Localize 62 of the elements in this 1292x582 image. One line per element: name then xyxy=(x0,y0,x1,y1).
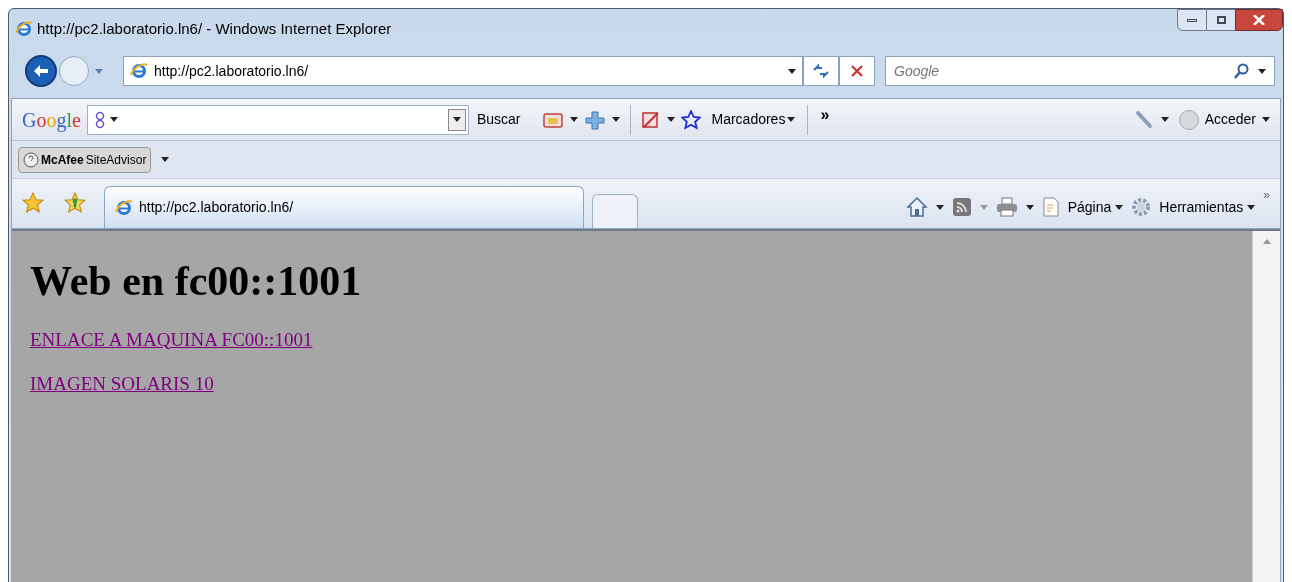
scroll-up-icon[interactable] xyxy=(1262,239,1271,244)
browser-tab[interactable]: http://pc2.laboratorio.ln6/ xyxy=(104,186,584,228)
question-icon xyxy=(23,151,39,168)
mcafee-logo: McAfee xyxy=(41,151,84,169)
printer-icon[interactable] xyxy=(995,197,1018,217)
globe-icon xyxy=(130,62,148,80)
google-search-field[interactable] xyxy=(86,104,469,135)
caret-icon[interactable] xyxy=(787,117,796,122)
star-icon[interactable] xyxy=(681,109,702,130)
window-title: http://pc2.laboratorio.ln6/ - Windows Internet Explorer xyxy=(37,18,392,39)
scrollbar[interactable] xyxy=(1252,231,1280,582)
close-button[interactable] xyxy=(1235,9,1283,31)
caret-icon[interactable] xyxy=(935,204,944,210)
caret-icon[interactable] xyxy=(612,117,621,122)
bookmarks-button[interactable]: Marcadores xyxy=(711,109,796,130)
search-input[interactable]: Google xyxy=(894,60,1226,82)
feed-icon[interactable] xyxy=(951,197,972,217)
page-heading: Web en fc00::1001 xyxy=(30,257,363,306)
page-link[interactable]: ENLACE A MAQUINA FC00::1001 xyxy=(30,328,313,350)
caret-icon[interactable] xyxy=(1160,117,1169,122)
more-button[interactable]: » xyxy=(1263,186,1270,204)
plus-icon[interactable] xyxy=(584,109,607,130)
search-button[interactable]: Buscar xyxy=(474,109,523,130)
page-link[interactable]: IMAGEN SOLARIS 10 xyxy=(30,373,214,394)
favorites-star-icon[interactable] xyxy=(22,192,44,214)
back-arrow-icon xyxy=(33,64,49,78)
caret-icon[interactable] xyxy=(1025,204,1034,210)
address-text: http://pc2.laboratorio.ln6/ xyxy=(154,61,309,81)
caret-icon[interactable] xyxy=(1115,204,1124,210)
address-field[interactable]: http://pc2.laboratorio.ln6/ xyxy=(123,56,803,86)
close-icon xyxy=(1253,15,1265,25)
caret-icon[interactable] xyxy=(161,157,170,162)
stop-button[interactable] xyxy=(839,56,875,86)
siteadvisor-label: SiteAdvisor xyxy=(85,151,147,169)
caret-icon[interactable] xyxy=(570,117,579,122)
tools-menu-button[interactable]: Herramientas xyxy=(1159,196,1256,218)
refresh-icon xyxy=(812,64,830,78)
google-logo: Google xyxy=(22,107,81,134)
more-button[interactable]: » xyxy=(820,103,830,127)
globe-icon xyxy=(115,198,133,217)
maximize-button[interactable] xyxy=(1207,9,1235,31)
search-icon[interactable] xyxy=(1234,63,1250,79)
caret-icon[interactable] xyxy=(667,117,676,122)
caret-icon[interactable] xyxy=(452,117,461,122)
page-menu-button[interactable]: Página xyxy=(1067,196,1124,218)
search-field[interactable]: Google xyxy=(885,56,1275,86)
add-favorite-icon[interactable] xyxy=(64,192,86,214)
caret-icon[interactable] xyxy=(1262,117,1270,122)
caret-icon[interactable] xyxy=(1258,68,1266,74)
stop-icon xyxy=(851,65,863,77)
siteadvisor-button[interactable]: McAfee SiteAdvisor xyxy=(18,146,152,173)
sign-in-button[interactable]: Acceder xyxy=(1204,109,1270,130)
refresh-button[interactable] xyxy=(803,56,839,86)
home-icon[interactable] xyxy=(905,196,928,218)
caret-icon[interactable] xyxy=(1247,204,1256,210)
caret-icon[interactable] xyxy=(788,68,796,74)
caret-icon[interactable] xyxy=(109,117,118,122)
back-button[interactable] xyxy=(25,55,57,87)
minimize-button[interactable] xyxy=(1177,9,1207,31)
globe-icon xyxy=(15,20,33,38)
user-avatar-icon xyxy=(1178,109,1199,130)
blocked-popup-icon[interactable] xyxy=(641,109,662,130)
